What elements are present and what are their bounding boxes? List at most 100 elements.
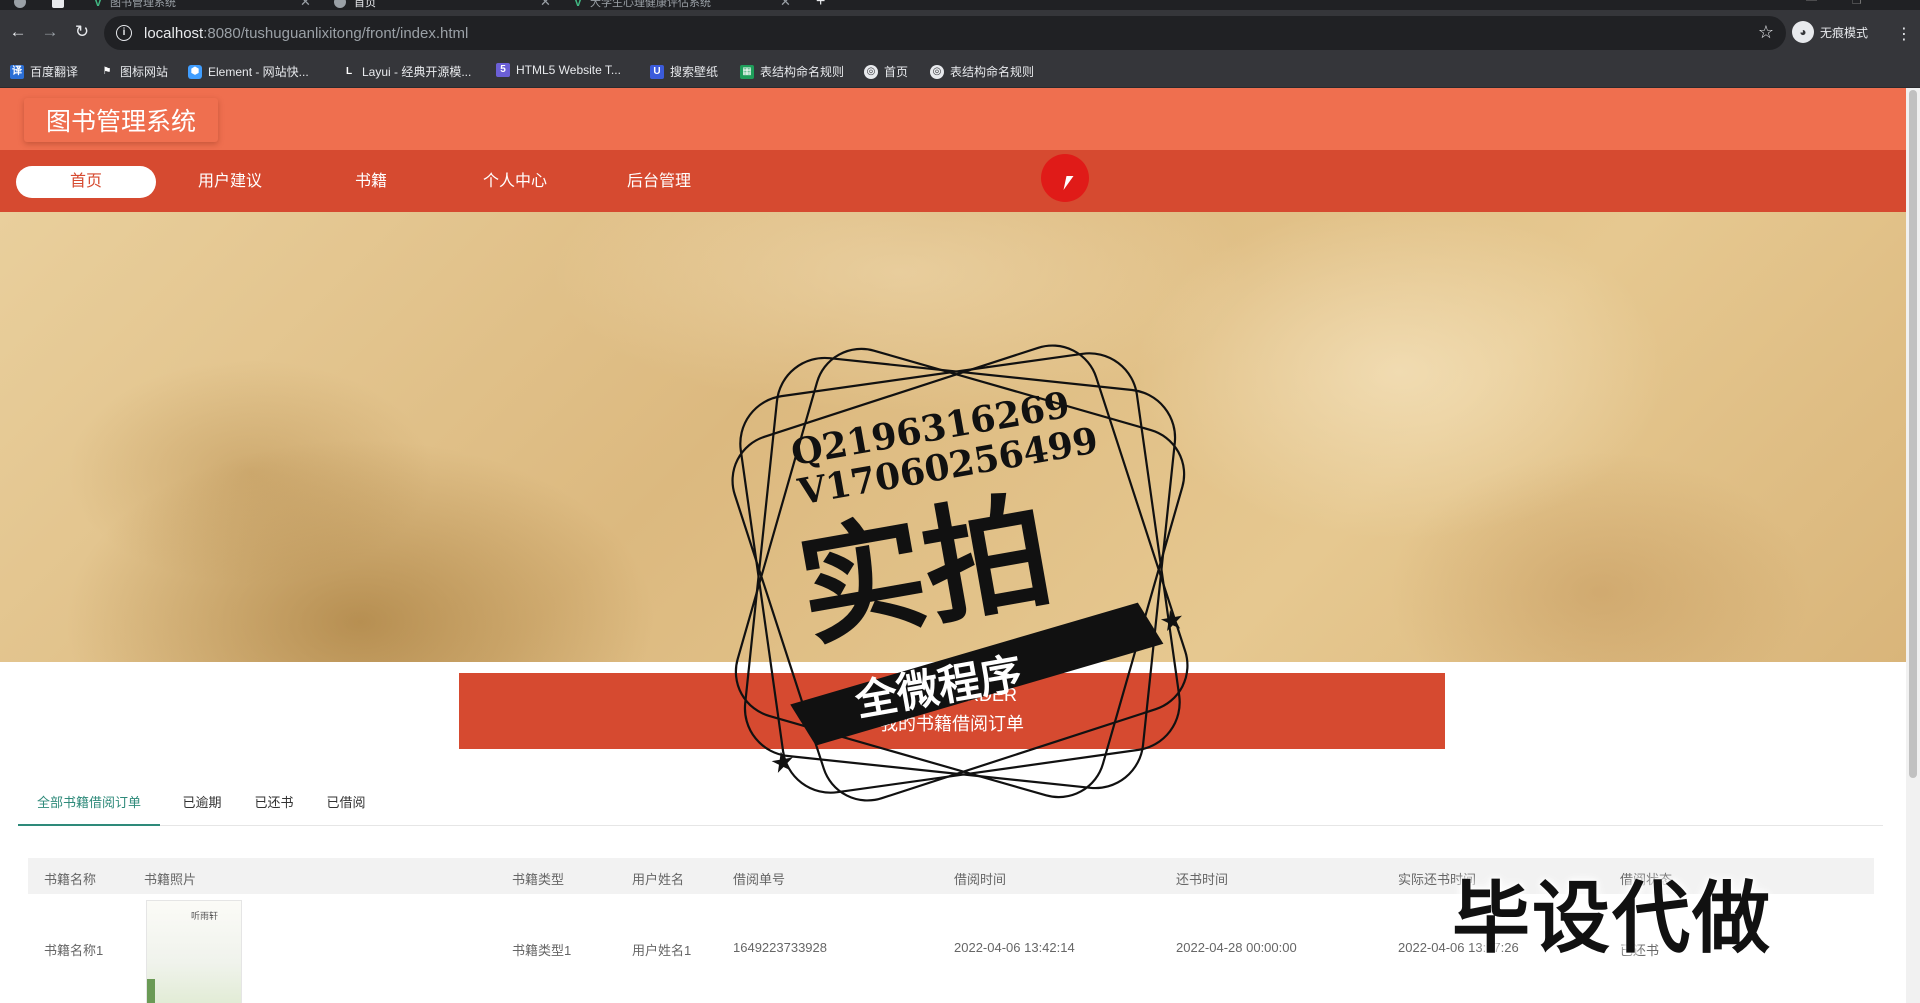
browser-toolbar: ← → ↻ i localhost:8080/tushuguanlixitong… bbox=[0, 10, 1920, 56]
bookmark-item[interactable]: L Layui - 经典开源模... bbox=[342, 63, 471, 80]
info-icon[interactable]: i bbox=[116, 25, 132, 41]
nav-item-home[interactable]: 首页 bbox=[16, 166, 156, 198]
nav-item-books[interactable]: 书籍 bbox=[301, 166, 441, 198]
sheet-icon: ▦ bbox=[740, 64, 754, 79]
book-cover-image[interactable]: 听雨轩 bbox=[146, 900, 242, 1003]
address-bar[interactable]: i localhost:8080/tushuguanlixitong/front… bbox=[104, 16, 1786, 50]
page-icon bbox=[52, 0, 64, 8]
page-viewport: 图书管理系统 首页 用户建议 书籍 个人中心 后台管理 USER / ORDER… bbox=[0, 88, 1920, 1003]
browser-tab-title: 大学生心理健康评估系统 bbox=[590, 0, 712, 9]
layui-icon: L bbox=[345, 65, 353, 77]
bookmark-item[interactable]: ▦ 表结构命名规则 bbox=[740, 63, 844, 80]
incognito-label: 无痕模式 bbox=[1820, 25, 1869, 40]
vue-icon: V bbox=[574, 0, 583, 9]
star-icon: ★ bbox=[768, 745, 798, 780]
maximize-button[interactable]: ❐ bbox=[1852, 0, 1862, 7]
page-scrollbar[interactable] bbox=[1906, 88, 1920, 1003]
order-section-chinese: 我的书籍借阅订单 bbox=[880, 714, 1024, 734]
order-subtabs: 全部书籍借阅订单 已逾期 已还书 已借阅 bbox=[18, 788, 1883, 826]
url-host: localhost bbox=[144, 24, 204, 42]
browser-tab-blank[interactable] bbox=[52, 0, 64, 10]
browser-tab-pinned[interactable] bbox=[14, 0, 26, 10]
forward-arrow-icon[interactable]: → bbox=[40, 23, 60, 40]
bookmark-label: Layui - 经典开源模... bbox=[362, 65, 472, 79]
col-book-photo: 书籍照片 bbox=[144, 872, 197, 887]
col-book-name: 书籍名称 bbox=[44, 872, 97, 887]
nav-item-admin[interactable]: 后台管理 bbox=[589, 166, 729, 198]
overlay-watermark-text: 毕设代做 bbox=[1452, 874, 1773, 964]
bookmark-label: 表结构命名规则 bbox=[760, 65, 845, 79]
col-borrow-time: 借阅时间 bbox=[954, 872, 1007, 887]
browser-tab-1[interactable]: 首页 ✕ bbox=[334, 0, 551, 10]
bookmark-item[interactable]: ◎ 首页 bbox=[864, 63, 908, 80]
subtab-borrowed[interactable]: 已借阅 bbox=[318, 788, 374, 826]
col-order-no: 借阅单号 bbox=[733, 872, 786, 887]
menu-kebab-icon[interactable]: ⋮ bbox=[1896, 24, 1912, 44]
order-section-english: USER / ORDER bbox=[886, 685, 1018, 705]
close-icon[interactable]: ✕ bbox=[540, 0, 551, 10]
subtab-overdue[interactable]: 已逾期 bbox=[174, 788, 230, 826]
bookmark-star-icon[interactable]: ☆ bbox=[1758, 22, 1774, 43]
globe-icon: ◎ bbox=[864, 64, 878, 79]
bookmark-item[interactable]: ⬢ Element - 网站快... bbox=[188, 63, 309, 80]
incognito-icon: ◕ bbox=[1792, 21, 1814, 43]
globe-icon: ◎ bbox=[930, 64, 944, 79]
col-book-type: 书籍类型 bbox=[512, 872, 565, 887]
page: 图书管理系统 首页 用户建议 书籍 个人中心 后台管理 USER / ORDER… bbox=[0, 88, 1906, 1003]
bookmark-label: 表结构命名规则 bbox=[950, 65, 1035, 79]
nav-item-profile[interactable]: 个人中心 bbox=[445, 166, 585, 198]
flag-icon: ⚑ bbox=[102, 65, 112, 77]
bookmark-item[interactable]: ⚑ 图标网站 bbox=[100, 63, 169, 80]
close-icon[interactable]: ✕ bbox=[300, 0, 311, 10]
book-cover-title: 听雨轩 bbox=[191, 912, 219, 922]
new-tab-button[interactable]: + bbox=[816, 0, 825, 10]
bookmarks-bar: 译百度翻译 ⚑ 图标网站 ⬢ Element - 网站快... L Layui - 经… bbox=[0, 56, 1920, 88]
vue-icon: V bbox=[94, 0, 103, 9]
subtab-returned[interactable]: 已还书 bbox=[246, 788, 302, 826]
bookmark-item[interactable]: 译百度翻译 bbox=[10, 63, 78, 80]
element-icon: ⬢ bbox=[188, 64, 202, 79]
bookmark-label: 首页 bbox=[884, 65, 909, 79]
book-cover-spine bbox=[147, 979, 155, 1003]
bookmark-label: HTML5 Website T... bbox=[516, 63, 621, 77]
browser-tab-title: 首页 bbox=[354, 0, 376, 9]
wallpaper-icon: U bbox=[650, 64, 664, 79]
url-path: :8080/tushuguanlixitong/front/index.html bbox=[203, 24, 469, 42]
incognito-indicator[interactable]: ◕ 无痕模式 bbox=[1792, 21, 1868, 43]
browser-tabstrip: V 图书管理系统 ✕ 首页 ✕ V 大学生心理健康评估系统 ✕ + — ❐ bbox=[0, 0, 1920, 10]
cell-borrow-time: 2022-04-06 13:42:14 bbox=[954, 940, 1075, 955]
reload-icon[interactable]: ↻ bbox=[72, 23, 92, 40]
translate-icon: 译 bbox=[10, 64, 24, 79]
globe-icon bbox=[334, 0, 346, 8]
cell-return-time: 2022-04-28 00:00:00 bbox=[1176, 940, 1297, 955]
browser-tab-0[interactable]: V 图书管理系统 ✕ bbox=[94, 0, 311, 10]
col-user-name: 用户姓名 bbox=[632, 872, 685, 887]
bookmark-item[interactable]: 5 HTML5 Website T... bbox=[496, 63, 621, 77]
site-nav: 首页 用户建议 书籍 个人中心 后台管理 bbox=[0, 150, 1906, 212]
browser-tab-2[interactable]: V 大学生心理健康评估系统 ✕ bbox=[574, 0, 791, 10]
cell-order-no: 1649223733928 bbox=[733, 940, 827, 955]
url-text[interactable]: localhost:8080/tushuguanlixitong/front/i… bbox=[144, 25, 468, 42]
site-header: 图书管理系统 bbox=[0, 88, 1906, 150]
subtab-all-orders[interactable]: 全部书籍借阅订单 bbox=[18, 788, 160, 826]
close-icon[interactable]: ✕ bbox=[780, 0, 791, 10]
cell-book-type: 书籍类型1 bbox=[512, 943, 572, 958]
minimize-button[interactable]: — bbox=[1806, 0, 1817, 6]
bookmark-label: 搜索壁纸 bbox=[670, 65, 719, 79]
back-arrow-icon[interactable]: ← bbox=[8, 23, 28, 40]
order-section-header: USER / ORDER 我的书籍借阅订单 bbox=[459, 673, 1445, 749]
html5-icon: 5 bbox=[496, 63, 510, 77]
site-title: 图书管理系统 bbox=[24, 98, 218, 142]
globe-icon bbox=[14, 0, 26, 8]
bookmark-label: Element - 网站快... bbox=[208, 65, 309, 79]
bookmark-item[interactable]: ◎ 表结构命名规则 bbox=[930, 63, 1034, 80]
bookmark-label: 百度翻译 bbox=[30, 65, 79, 79]
scrollbar-thumb[interactable] bbox=[1909, 90, 1917, 778]
cell-book-name: 书籍名称1 bbox=[44, 943, 104, 958]
browser-tab-title: 图书管理系统 bbox=[110, 0, 177, 9]
col-return-time: 还书时间 bbox=[1176, 872, 1229, 887]
bookmark-item[interactable]: U 搜索壁纸 bbox=[650, 63, 718, 80]
banner-image bbox=[0, 212, 1906, 662]
bookmark-label: 图标网站 bbox=[120, 65, 169, 79]
nav-item-suggestions[interactable]: 用户建议 bbox=[160, 166, 300, 198]
